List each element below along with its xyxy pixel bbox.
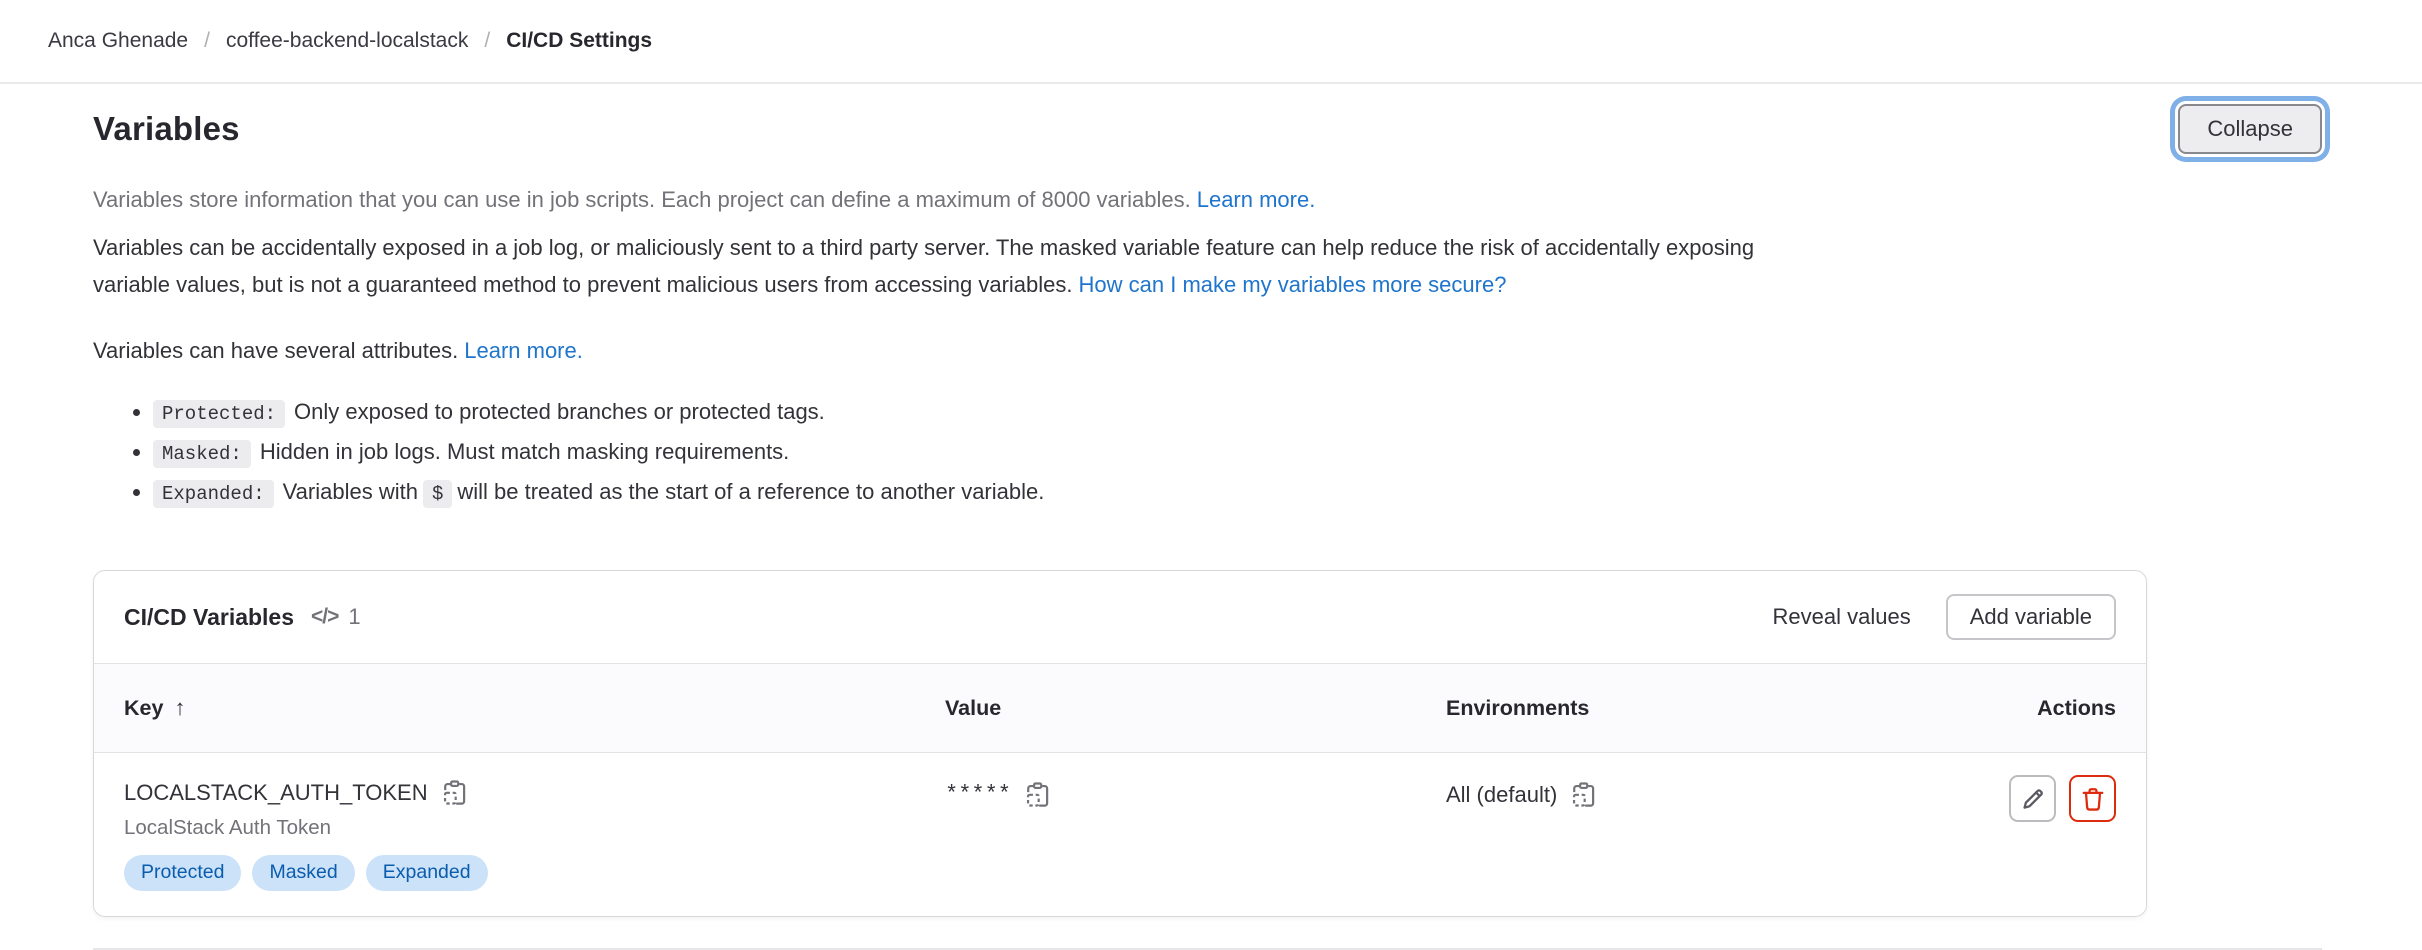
reveal-values-button[interactable]: Reveal values	[1773, 604, 1911, 630]
breadcrumb-item-group[interactable]: Anca Ghenade	[48, 29, 188, 53]
description-paragraph-1: Variables store information that you can…	[93, 181, 2147, 218]
learn-more-link[interactable]: Learn more.	[1197, 187, 1316, 212]
column-header-key-label: Key	[124, 696, 163, 720]
copy-icon	[1024, 781, 1051, 808]
description-text: Variables store information that you can…	[93, 187, 1191, 212]
collapse-button[interactable]: Collapse	[2178, 104, 2322, 154]
copy-key-button[interactable]	[441, 779, 468, 806]
card-header: CI/CD Variables </> 1 Reveal values Add …	[94, 571, 2146, 664]
column-header-key[interactable]: Key ↑	[124, 695, 945, 721]
list-item-text: Hidden in job logs. Must match masking r…	[260, 439, 789, 464]
copy-value-button[interactable]	[1024, 781, 1051, 808]
pencil-icon	[2020, 786, 2046, 812]
edit-variable-button[interactable]	[2009, 775, 2056, 822]
protected-code-chip: Protected:	[153, 400, 285, 428]
description-text: Variables can have several attributes.	[93, 338, 458, 363]
variable-count: 1	[348, 604, 360, 630]
expanded-badge: Expanded	[366, 855, 488, 891]
description-paragraph-3: Variables can have several attributes.Le…	[93, 332, 2147, 369]
copy-environment-button[interactable]	[1570, 781, 1597, 808]
cicd-variables-card: CI/CD Variables </> 1 Reveal values Add …	[93, 570, 2147, 917]
attribute-list: Protected: Only exposed to protected bran…	[153, 393, 2422, 513]
masked-badge: Masked	[252, 855, 354, 891]
key-cell: LOCALSTACK_AUTH_TOKEN LocalStack Auth To…	[124, 779, 945, 891]
column-header-environments: Environments	[1446, 696, 1951, 721]
page-title: Variables	[93, 110, 240, 148]
copy-icon	[1570, 781, 1597, 808]
table-header-row: Key ↑ Value Environments Actions	[94, 664, 2146, 753]
copy-icon	[441, 779, 468, 806]
badge-list: Protected Masked Expanded	[124, 855, 945, 891]
sort-ascending-icon: ↑	[174, 695, 185, 720]
card-title: CI/CD Variables	[124, 604, 294, 631]
description-text: variable values, but is not a guaranteed…	[93, 272, 1073, 297]
description-text: Variables can be accidentally exposed in…	[93, 235, 1754, 260]
code-icon: </>	[311, 605, 338, 629]
list-item-text: will be treated as the start of a refere…	[457, 479, 1044, 504]
breadcrumb-item-current: CI/CD Settings	[506, 29, 652, 53]
trash-icon	[2080, 786, 2106, 812]
actions-cell	[1951, 775, 2116, 822]
learn-more-link[interactable]: Learn more.	[464, 338, 583, 363]
table-row: LOCALSTACK_AUTH_TOKEN LocalStack Auth To…	[94, 753, 2146, 916]
column-header-value: Value	[945, 696, 1446, 721]
list-item-expanded: Expanded: Variables with$will be treated …	[153, 473, 2422, 513]
list-item-text: Only exposed to protected branches or pr…	[294, 399, 825, 424]
environments-cell: All (default)	[1446, 781, 1951, 808]
environment-scope: All (default)	[1446, 782, 1557, 808]
breadcrumb-separator: /	[484, 29, 490, 53]
delete-variable-button[interactable]	[2069, 775, 2116, 822]
description-paragraph-2: Variables can be accidentally exposed in…	[93, 229, 2147, 303]
list-item-masked: Masked: Hidden in job logs. Must match ma…	[153, 433, 2422, 473]
list-item-text: Variables with	[283, 479, 418, 504]
breadcrumb-separator: /	[204, 29, 210, 53]
protected-badge: Protected	[124, 855, 241, 891]
masked-code-chip: Masked:	[153, 440, 251, 468]
breadcrumb: Anca Ghenade / coffee-backend-localstack…	[0, 0, 2422, 84]
masked-value: *****	[945, 782, 1011, 807]
list-item-protected: Protected: Only exposed to protected bran…	[153, 393, 2422, 433]
next-section-divider	[93, 948, 2322, 950]
expanded-code-chip: Expanded:	[153, 480, 274, 508]
add-variable-button[interactable]: Add variable	[1946, 594, 2116, 640]
dollar-code-chip: $	[423, 480, 452, 508]
column-header-actions: Actions	[1951, 696, 2116, 721]
secure-variables-link[interactable]: How can I make my variables more secure?	[1079, 272, 1507, 297]
variable-key: LOCALSTACK_AUTH_TOKEN	[124, 780, 428, 806]
value-cell: *****	[945, 781, 1446, 808]
settings-section-variables: Variables Collapse Variables store infor…	[0, 104, 2422, 950]
variable-description: LocalStack Auth Token	[124, 816, 945, 840]
breadcrumb-item-project[interactable]: coffee-backend-localstack	[226, 29, 468, 53]
